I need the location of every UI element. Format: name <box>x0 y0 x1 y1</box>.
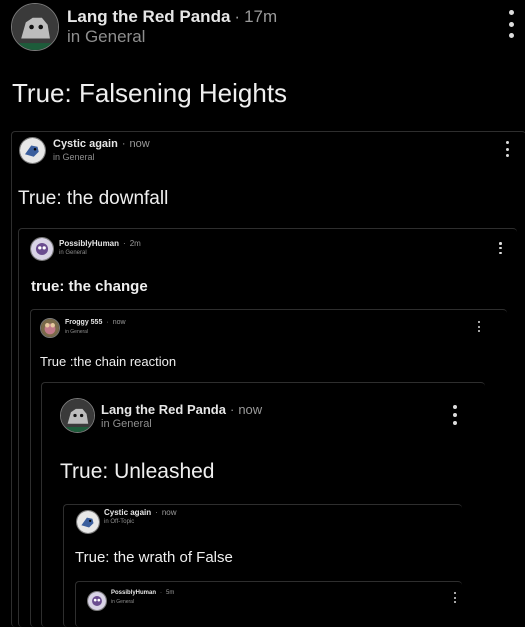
separator: · <box>106 319 109 326</box>
post-channel[interactable]: in Off-Topic <box>104 519 134 525</box>
author-label[interactable]: Lang the Red Panda <box>101 402 226 417</box>
author-label[interactable]: Froggy 555 <box>65 319 102 326</box>
separator: · <box>123 239 126 248</box>
creature-avatar[interactable] <box>87 591 107 611</box>
author-name[interactable]: Lang the Red Panda · 17m <box>67 7 277 27</box>
post-title: True: the downfall <box>18 188 169 209</box>
more-options-icon[interactable] <box>477 321 481 332</box>
more-options-icon[interactable] <box>506 10 516 38</box>
author-label[interactable]: PossiblyHuman <box>59 239 119 248</box>
post-time: now <box>161 508 177 517</box>
author-name[interactable]: PossiblyHuman · 2m <box>59 239 141 248</box>
post-channel[interactable]: in General <box>101 418 152 430</box>
more-options-icon[interactable] <box>498 242 503 254</box>
separator: · <box>234 7 241 26</box>
author-name[interactable]: Froggy 555 · now <box>65 319 126 326</box>
red-panda-avatar[interactable] <box>60 398 95 433</box>
bird-avatar[interactable] <box>19 137 46 164</box>
post-channel[interactable]: in General <box>111 599 134 605</box>
post-channel[interactable]: in General <box>65 329 88 335</box>
red-panda-avatar[interactable] <box>11 3 59 51</box>
author-name[interactable]: Cystic again · now <box>53 138 150 150</box>
author-label[interactable]: Cystic again <box>53 138 118 150</box>
post-time: 2m <box>129 239 141 248</box>
post-title: True :the chain reaction <box>40 354 177 369</box>
more-options-icon[interactable] <box>453 592 457 603</box>
post-title: true: the change <box>31 278 148 295</box>
post-time: now <box>238 402 263 417</box>
post-0: Lang the Red Panda · 17m in General True: … <box>0 0 525 130</box>
separator: · <box>121 138 126 150</box>
author-label[interactable]: Lang the Red Panda <box>67 7 230 26</box>
author-name[interactable]: PossiblyHuman · 5m <box>111 590 174 596</box>
separator: · <box>155 508 158 517</box>
author-name[interactable]: Cystic again · now <box>104 508 177 517</box>
author-name[interactable]: Lang the Red Panda · now <box>101 402 262 417</box>
post-channel[interactable]: in General <box>67 27 145 47</box>
author-label[interactable]: Cystic again <box>104 508 151 517</box>
post-time: now <box>112 319 126 326</box>
post-time: now <box>129 138 150 150</box>
more-options-icon[interactable] <box>504 141 510 157</box>
post-title: True: the wrath of False <box>75 549 233 566</box>
author-label[interactable]: PossiblyHuman <box>111 590 156 596</box>
frog-avatar[interactable] <box>40 318 60 338</box>
separator: · <box>229 402 235 417</box>
separator: · <box>160 590 163 596</box>
post-title: True: Falsening Heights <box>12 78 288 108</box>
creature-avatar[interactable] <box>30 237 54 261</box>
more-options-icon[interactable] <box>451 405 458 425</box>
bird-avatar[interactable] <box>76 510 100 534</box>
post-time: 5m <box>166 590 175 596</box>
post-time: 17m <box>244 7 278 26</box>
post-title: True: Unleashed <box>60 460 215 483</box>
post-channel[interactable]: in General <box>59 250 87 256</box>
post-channel[interactable]: in General <box>53 152 95 162</box>
